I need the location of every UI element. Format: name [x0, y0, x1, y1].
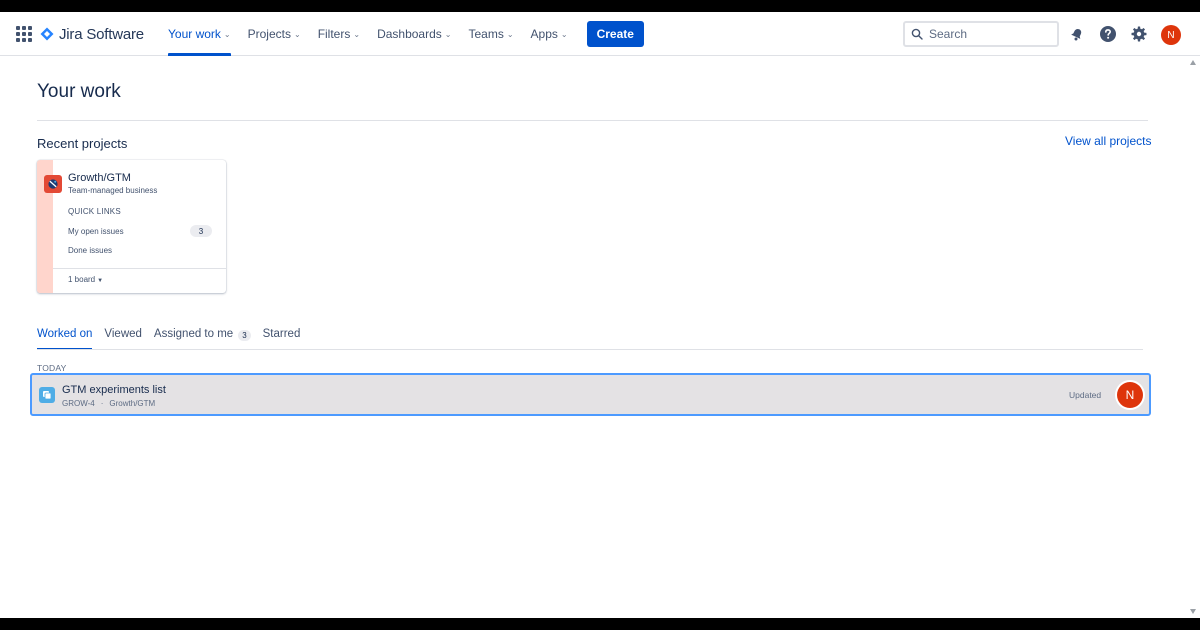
nav-label: Apps: [530, 27, 558, 41]
page-title: Your work: [37, 81, 121, 102]
tab-assigned-to-me[interactable]: Assigned to me 3: [154, 328, 251, 350]
chevron-down-icon: ⌄: [223, 29, 231, 39]
tab-starred[interactable]: Starred: [263, 328, 301, 350]
jira-diamond-icon: [40, 27, 54, 41]
chevron-down-icon: ⌄: [444, 29, 452, 39]
chevron-down-icon: ▼: [97, 278, 104, 284]
user-avatar[interactable]: N: [1161, 25, 1181, 45]
search-input[interactable]: [929, 27, 1049, 41]
done-issues-link[interactable]: Done issues: [68, 246, 112, 255]
project-name[interactable]: Growth/GTM: [68, 172, 131, 184]
divider: [37, 120, 1148, 121]
tab-worked-on[interactable]: Worked on: [37, 328, 93, 350]
tab-viewed[interactable]: Viewed: [104, 328, 142, 350]
recent-projects-heading: Recent projects: [37, 136, 128, 151]
nav-label: Teams: [468, 27, 504, 41]
app-switcher-icon[interactable]: [16, 26, 32, 42]
nav-label: Filters: [317, 27, 351, 41]
assigned-count-badge: 3: [238, 330, 251, 341]
issue-meta: GROW-4 · Growth/GTM: [62, 399, 155, 408]
tab-label: Assigned to me: [153, 328, 234, 340]
separator: ·: [100, 399, 104, 408]
top-navigation: Jira Software Your work ⌄ Projects ⌄ Fil…: [0, 12, 1200, 56]
app-title: Jira Software: [59, 25, 144, 43]
scroll-down-icon[interactable]: [1190, 609, 1196, 614]
divider: [37, 349, 1143, 350]
avatar: N: [1117, 382, 1143, 408]
list-item[interactable]: GTM experiments list GROW-4 · Growth/GTM…: [30, 373, 1151, 416]
issue-type-icon: [39, 387, 55, 403]
work-tabs: Worked on Viewed Assigned to me 3 Starre…: [37, 328, 312, 350]
nav-filters[interactable]: Filters ⌄: [310, 12, 368, 56]
project-card[interactable]: Growth/GTM Team-managed business QUICK L…: [37, 160, 226, 293]
open-issues-count-badge: 3: [190, 225, 212, 237]
project-type: Team-managed business: [68, 186, 158, 195]
date-group-label: TODAY: [37, 363, 67, 373]
scroll-up-icon[interactable]: [1190, 60, 1196, 65]
nav-label: Your work: [168, 27, 221, 41]
search-icon: [911, 28, 923, 40]
boards-label: 1 board: [68, 275, 96, 284]
jira-window: Jira Software Your work ⌄ Projects ⌄ Fil…: [0, 12, 1200, 618]
issue-key: GROW-4: [62, 399, 95, 408]
primary-nav: Your work ⌄ Projects ⌄ Filters ⌄ Dashboa…: [160, 12, 644, 56]
tab-label: Worked on: [37, 328, 93, 340]
tab-label: Starred: [262, 328, 301, 340]
divider: [53, 268, 226, 269]
nav-teams[interactable]: Teams ⌄: [460, 12, 521, 56]
nav-projects[interactable]: Projects ⌄: [240, 12, 309, 56]
issue-title: GTM experiments list: [62, 384, 166, 396]
page-scrollbar[interactable]: [1187, 56, 1200, 618]
nav-your-work[interactable]: Your work ⌄: [160, 12, 239, 56]
boards-dropdown[interactable]: 1 board ▼: [68, 275, 103, 284]
tab-label: Viewed: [104, 328, 142, 340]
help-icon[interactable]: [1098, 24, 1118, 44]
project-avatar-icon[interactable]: [44, 175, 62, 193]
quick-links-heading: QUICK LINKS: [68, 207, 121, 216]
nav-label: Dashboards: [377, 27, 442, 41]
settings-icon[interactable]: [1129, 24, 1149, 44]
nav-label: Projects: [247, 27, 291, 41]
view-all-projects-link[interactable]: View all projects: [1065, 134, 1151, 148]
notifications-icon[interactable]: [1067, 24, 1087, 44]
chevron-down-icon: ⌄: [293, 29, 301, 39]
create-button[interactable]: Create: [586, 21, 644, 47]
issue-project: Growth/GTM: [109, 399, 156, 408]
activity-status: Updated: [1069, 390, 1102, 400]
nav-apps[interactable]: Apps ⌄: [523, 12, 576, 56]
nav-dashboards[interactable]: Dashboards ⌄: [369, 12, 459, 56]
my-open-issues-link[interactable]: My open issues: [68, 227, 124, 236]
search-box[interactable]: [903, 21, 1059, 47]
chevron-down-icon: ⌄: [353, 29, 361, 39]
jira-logo[interactable]: Jira Software: [40, 24, 144, 44]
chevron-down-icon: ⌄: [506, 29, 514, 39]
chevron-down-icon: ⌄: [560, 29, 568, 39]
